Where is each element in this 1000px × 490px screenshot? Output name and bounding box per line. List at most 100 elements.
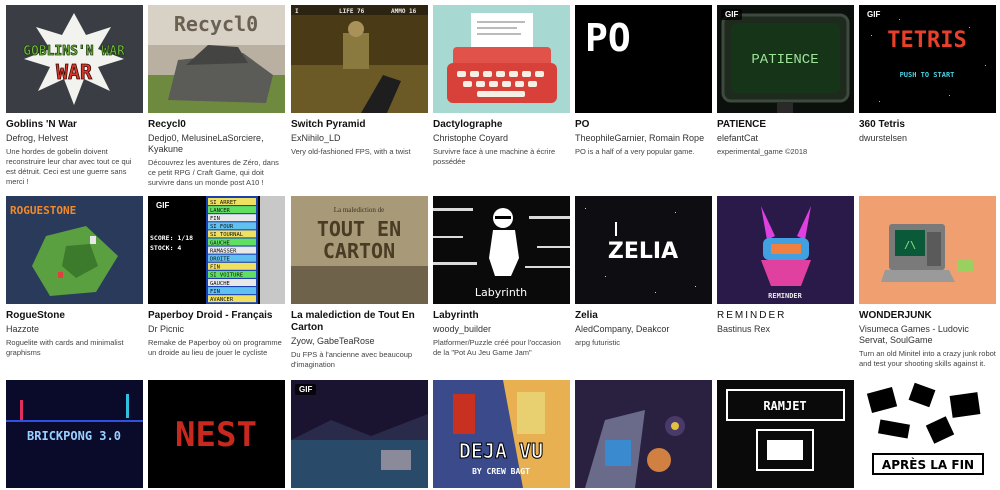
- game-card[interactable]: RAMJET: [717, 380, 854, 488]
- game-title[interactable]: Labyrinth: [433, 310, 570, 322]
- game-thumbnail[interactable]: [433, 5, 570, 113]
- game-thumbnail[interactable]: REMINDER: [717, 196, 854, 304]
- command-label: SI FOUR: [210, 224, 234, 230]
- game-thumbnail[interactable]: PATIENCE GIF: [717, 5, 854, 113]
- game-thumbnail[interactable]: [575, 380, 712, 488]
- game-title[interactable]: Dactylographe: [433, 119, 570, 131]
- command-label: SI TOURNAL: [210, 232, 244, 238]
- game-authors[interactable]: TheophileGarnier, Romain Rope: [575, 133, 712, 144]
- game-card[interactable]: BRICKPONG 3.0: [6, 380, 143, 488]
- command-label: FIN: [210, 216, 220, 222]
- game-card[interactable]: La malediction de TOUT EN CARTON La male…: [291, 196, 428, 370]
- game-thumbnail[interactable]: I LIFE 76 AMMO 16: [291, 5, 428, 113]
- tetris-logo: TETRIS: [887, 28, 966, 53]
- game-description: Turn an old Minitel into a crazy junk ro…: [859, 349, 996, 368]
- game-card[interactable]: I LIFE 76 AMMO 16 Switch Pyramid ExNihil…: [291, 5, 428, 157]
- game-thumbnail[interactable]: Labyrinth: [433, 196, 570, 304]
- game-thumbnail[interactable]: ROGUESTONE: [6, 196, 143, 304]
- game-description: arpg futuristic: [575, 338, 621, 347]
- game-title[interactable]: Switch Pyramid: [291, 119, 428, 131]
- game-authors[interactable]: elefantCat: [717, 133, 854, 144]
- game-card[interactable]: Recycl0 Recycl0 Dedjo0, MelusineLaSorcie…: [148, 5, 285, 188]
- game-title[interactable]: REMINDER: [717, 310, 854, 322]
- game-thumbnail[interactable]: /\: [859, 196, 996, 304]
- game-title[interactable]: 360 Tetris: [859, 119, 996, 131]
- nest-logo: NEST: [175, 415, 257, 455]
- game-thumbnail[interactable]: La malediction de TOUT EN CARTON: [291, 196, 428, 304]
- command-label: SI ARRET: [210, 200, 237, 206]
- game-thumbnail[interactable]: GIF: [291, 380, 428, 488]
- game-thumbnail[interactable]: BRICKPONG 3.0: [6, 380, 143, 488]
- game-authors[interactable]: Dr Picnic: [148, 324, 285, 335]
- game-thumbnail[interactable]: DEJA VU BY CREW BAGT: [433, 380, 570, 488]
- game-authors[interactable]: woody_builder: [433, 324, 570, 335]
- game-thumbnail[interactable]: APRÈS LA FIN: [859, 380, 996, 488]
- game-card[interactable]: ZELIA Zelia AledCompany, Deakcor arpg fu…: [575, 196, 712, 348]
- carton-logo-line2: CARTON: [323, 239, 395, 263]
- game-title[interactable]: WONDERJUNK: [859, 310, 996, 322]
- game-authors[interactable]: Bastinus Rex: [717, 324, 854, 335]
- game-card[interactable]: GOBLINS'N WAR WAR Goblins 'N War Defrog,…: [6, 5, 143, 187]
- game-title[interactable]: PO: [575, 119, 712, 131]
- game-title[interactable]: La malediction de Tout En Carton: [291, 310, 428, 334]
- game-card[interactable]: GIF: [291, 380, 428, 488]
- game-card[interactable]: NEST: [148, 380, 285, 488]
- game-title[interactable]: PATIENCE: [717, 119, 854, 131]
- game-authors[interactable]: Hazzote: [6, 324, 143, 335]
- hud-life: LIFE 76: [339, 8, 365, 15]
- dejavu-logo: DEJA VU: [459, 439, 543, 463]
- command-label: GAUCHE: [210, 240, 230, 246]
- game-card[interactable]: ROGUESTONE RogueStone Hazzote Roguelite …: [6, 196, 143, 358]
- game-thumbnail[interactable]: RAMJET: [717, 380, 854, 488]
- goblins-logo-line2: WAR: [56, 60, 93, 84]
- patience-logo: PATIENCE: [751, 52, 818, 68]
- game-card[interactable]: /\ WONDERJUNK Visumeca Games - Ludovic S…: [859, 196, 996, 369]
- game-authors[interactable]: Christophe Coyard: [433, 133, 570, 144]
- score-readout: SCORE: 1/18: [150, 234, 193, 242]
- game-authors[interactable]: Visumeca Games - Ludovic Servat, SoulGam…: [859, 324, 996, 346]
- roguestone-logo: ROGUESTONE: [10, 204, 76, 217]
- game-authors[interactable]: AledCompany, Deakcor: [575, 324, 712, 335]
- game-description: Roguelite with cards and minimalist grap…: [6, 338, 124, 357]
- game-description: Remake de Paperboy où on programme un dr…: [148, 338, 282, 357]
- command-label: AVANCER: [210, 297, 234, 303]
- game-thumbnail[interactable]: NEST: [148, 380, 285, 488]
- game-authors[interactable]: Dedjo0, MelusineLaSorciere, Kyakune: [148, 133, 285, 155]
- game-title[interactable]: Zelia: [575, 310, 712, 322]
- game-card[interactable]: Dactylographe Christophe Coyard Survivre…: [433, 5, 570, 167]
- game-title[interactable]: Goblins 'N War: [6, 119, 143, 131]
- game-card[interactable]: Labyrinth Labyrinth woody_builder Platfo…: [433, 196, 570, 358]
- game-card[interactable]: APRÈS LA FIN: [859, 380, 996, 488]
- gif-badge: GIF: [152, 200, 174, 211]
- game-thumbnail[interactable]: SCORE: 1/18 STOCK: 4 SI ARRET LANCER FIN SI…: [148, 196, 285, 304]
- tetris-prompt: PUSH TO START: [900, 71, 955, 79]
- game-authors[interactable]: ExNihilo_LD: [291, 133, 428, 144]
- dejavu-credit: BY CREW BAGT: [472, 467, 530, 476]
- game-card[interactable]: DEJA VU BY CREW BAGT: [433, 380, 570, 488]
- game-card[interactable]: PATIENCE GIF PATIENCE elefantCat experim…: [717, 5, 854, 157]
- game-title[interactable]: RogueStone: [6, 310, 143, 322]
- game-description: Découvrez les aventures de Zéro, dans ce…: [148, 158, 279, 187]
- game-card[interactable]: [575, 380, 712, 488]
- game-thumbnail[interactable]: PO: [575, 5, 712, 113]
- game-card[interactable]: SCORE: 1/18 STOCK: 4 SI ARRET LANCER FIN SI…: [148, 196, 285, 358]
- svg-text:/\: /\: [904, 240, 916, 251]
- game-card[interactable]: REMINDER REMINDER Bastinus Rex: [717, 196, 854, 338]
- ramjet-logo: RAMJET: [763, 399, 806, 413]
- game-thumbnail[interactable]: ZELIA: [575, 196, 712, 304]
- svg-text:I: I: [295, 8, 299, 15]
- game-card[interactable]: PO PO TheophileGarnier, Romain Rope PO i…: [575, 5, 712, 157]
- game-title[interactable]: Paperboy Droid - Français: [148, 310, 285, 322]
- game-card[interactable]: TETRIS PUSH TO START GIF 360 Tetris dwur…: [859, 5, 996, 147]
- game-title[interactable]: Recycl0: [148, 119, 285, 131]
- brickpong-logo: BRICKPONG 3.0: [27, 429, 121, 443]
- game-authors[interactable]: Defrog, Helvest: [6, 133, 143, 144]
- game-thumbnail[interactable]: Recycl0: [148, 5, 285, 113]
- game-authors[interactable]: Zyow, GabeTeaRose: [291, 336, 428, 347]
- game-authors[interactable]: dwurstelsen: [859, 133, 996, 144]
- game-thumbnail[interactable]: GOBLINS'N WAR WAR: [6, 5, 143, 113]
- command-label: RAMASSER: [210, 248, 237, 254]
- game-thumbnail[interactable]: TETRIS PUSH TO START GIF: [859, 5, 996, 113]
- po-logo: PO: [585, 16, 631, 60]
- command-label: SI VOITURE: [210, 273, 243, 279]
